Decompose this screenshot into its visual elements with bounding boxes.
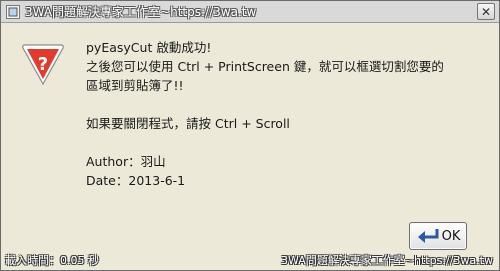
message-line-date: Date：2013-6-1 xyxy=(86,173,186,188)
ok-button-label: OK xyxy=(441,228,461,244)
close-icon: ✕ xyxy=(480,4,492,19)
ok-button[interactable]: OK xyxy=(409,222,467,250)
message-line-author: Author：羽山 xyxy=(86,154,166,169)
svg-text:?: ? xyxy=(38,54,48,75)
message-line-clipboard: 區域到剪貼簿了!! xyxy=(86,78,184,93)
message-dialog: 3WA問題解決專家工作室~https://3wa.tw ✕ ? pyEasyCu… xyxy=(0,0,500,271)
message-line-success: pyEasyCut 啟動成功! xyxy=(86,40,212,55)
title-bar[interactable]: 3WA問題解決專家工作室~https://3wa.tw ✕ xyxy=(1,1,499,23)
enter-arrow-icon xyxy=(417,229,439,243)
message-text: pyEasyCut 啟動成功! 之後您可以使用 Ctrl + PrintScre… xyxy=(86,38,496,190)
status-bar: 載入時間：0.05 秒 3WA問題解決專家工作室~https://3wa.tw xyxy=(1,254,499,270)
window-title: 3WA問題解決專家工作室~https://3wa.tw xyxy=(25,5,257,19)
message-line-close: 如果要關閉程式，請按 Ctrl + Scroll xyxy=(86,116,290,131)
app-icon xyxy=(5,4,21,20)
watermark-text: 3WA問題解決專家工作室~https://3wa.tw xyxy=(281,254,493,267)
close-button[interactable]: ✕ xyxy=(477,3,495,20)
load-time-text: 載入時間：0.05 秒 xyxy=(5,254,99,267)
warning-icon: ? xyxy=(22,44,64,86)
message-line-hotkey: 之後您可以使用 Ctrl + PrintScreen 鍵，就可以框選切割您要的 xyxy=(86,59,444,74)
